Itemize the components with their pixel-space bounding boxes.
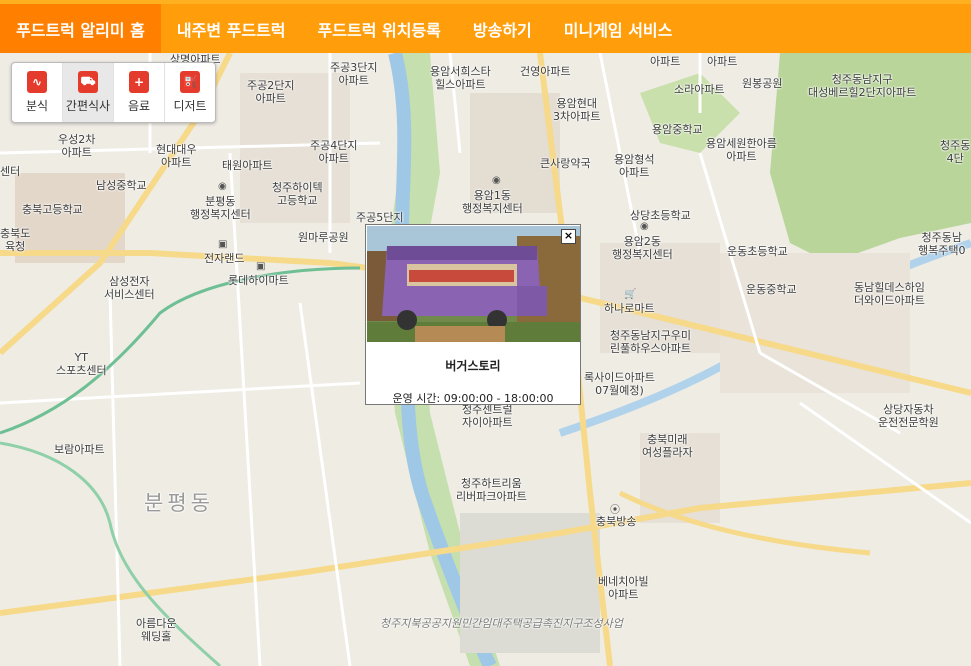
map-label: 주공2단지 아파트 <box>247 79 295 105</box>
map-label: 청주동 4단 <box>940 139 971 165</box>
truck-info-popup: × 버거스토리 운영 시간: 09:00:00 - 18:00:00 <box>365 224 581 405</box>
map-label: 청주지북공공지원민간임대주택공급촉진지구조성사업 <box>380 617 623 630</box>
category-meal[interactable]: ⛟ 간편식사 <box>63 63 114 122</box>
landmark-icon: ◉ <box>218 181 227 192</box>
map-label: 센터 <box>0 165 21 178</box>
nav-register-location[interactable]: 푸드트럭 위치등록 <box>302 4 457 53</box>
map-label: 청주센트럴 자이아파트 <box>462 403 513 429</box>
map-label: 태원아파트 <box>222 159 273 172</box>
map-label: 용암2동 행정복지센터 <box>612 235 673 261</box>
map-label: 아름다운 웨딩홀 <box>136 617 177 643</box>
nav-minigame[interactable]: 미니게임 서비스 <box>548 4 689 53</box>
map-label: 충북미래 여성플라자 <box>642 433 693 459</box>
map-label: 용암형석 아파트 <box>614 153 655 179</box>
map-label: 용암1동 행정복지센터 <box>462 189 523 215</box>
map-label: 소라아파트 <box>674 83 725 96</box>
antenna-icon: ⦿ <box>610 505 620 516</box>
landmark-icon: ◉ <box>492 175 501 186</box>
map-label: 삼성전자 서비스센터 <box>104 275 155 301</box>
map-label: 아파트 <box>707 55 738 68</box>
nav-nearby-trucks[interactable]: 내주변 푸드트럭 <box>161 4 302 53</box>
map-label: YT 스포츠센터 <box>56 351 107 377</box>
category-snack[interactable]: ∿ 분식 <box>12 63 63 122</box>
map-label: 보람아파트 <box>54 443 105 456</box>
top-nav: 푸드트럭 알리미 홈 내주변 푸드트럭 푸드트럭 위치등록 방송하기 미니게임 … <box>0 0 971 53</box>
fuel-icon: ⛽ <box>180 71 200 93</box>
truck-hours: 운영 시간: 09:00:00 - 18:00:00 <box>392 392 554 405</box>
category-label: 디저트 <box>173 99 207 113</box>
close-icon[interactable]: × <box>561 229 576 244</box>
map-label: 남성중학교 <box>96 179 147 192</box>
map-label: 충북도 육청 <box>0 227 31 253</box>
category-drink[interactable]: + 음료 <box>114 63 165 122</box>
map-label: 큰사랑약국 <box>540 157 591 170</box>
map-label: 동남힐데스하임 더와이드아파트 <box>854 281 925 307</box>
category-label: 분식 <box>25 99 49 113</box>
district-label: 분평동 <box>144 491 214 515</box>
map-label: 청주동남지구 대성베르힐2단지아파트 <box>808 73 917 99</box>
map-label: 현대대우 아파트 <box>156 143 197 169</box>
map-label: 분평동 행정복지센터 <box>190 195 251 221</box>
map-label: 운동초등학교 <box>727 245 788 258</box>
map-label: 청주동남 행복주택0 <box>918 231 966 257</box>
map-label: 주공5단지 <box>356 211 404 224</box>
category-label: 간편식사 <box>65 99 111 113</box>
map-label: 베네치아빌 아파트 <box>598 575 649 601</box>
truck-name: 버거스토리 <box>445 359 501 373</box>
category-dessert[interactable]: ⛽ 디저트 <box>165 63 215 122</box>
map-label: 우성2차 아파트 <box>58 133 96 159</box>
map-label: 용암중학교 <box>652 123 703 136</box>
map-label: 용암서희스타 힐스아파트 <box>430 65 491 91</box>
category-label: 음료 <box>127 99 151 113</box>
map-label: 건영아파트 <box>520 65 571 78</box>
map-label: 록사이드아파트 07월예정) <box>584 371 655 397</box>
map-label: 하나로마트 <box>604 302 655 315</box>
category-panel: ∿ 분식 ⛟ 간편식사 + 음료 ⛽ 디저트 <box>11 62 216 123</box>
cart-icon: ⛟ <box>78 71 98 93</box>
map-label: 청주하트리움 리버파크아파트 <box>456 477 527 503</box>
map-label: 충북고등학교 <box>22 203 83 216</box>
map-label: 운동중학교 <box>746 283 797 296</box>
map-label: 원마루공원 <box>298 231 349 244</box>
wave-icon: ∿ <box>27 71 47 93</box>
map-label: 청주동남지구우미 린풀하우스아파트 <box>610 329 691 355</box>
map-label: 롯데하이마트 <box>228 274 289 287</box>
map-label: 주공3단지 아파트 <box>330 61 378 87</box>
truck-photo <box>367 226 580 342</box>
map-label: 청주하이텍 고등학교 <box>272 181 323 207</box>
nav-broadcast[interactable]: 방송하기 <box>457 4 548 53</box>
store-icon: ▣ <box>256 261 266 272</box>
map-label: 상당자동차 운전전문학원 <box>878 403 939 429</box>
map-label: 아파트 <box>650 55 681 68</box>
map-label: 전자랜드 <box>204 252 245 265</box>
store-icon: ▣ <box>218 239 228 250</box>
map-label: 원봉공원 <box>742 77 783 90</box>
map-label: 주공4단지 아파트 <box>310 139 358 165</box>
landmark-icon: ◉ <box>640 221 649 232</box>
map-label: 용암세원한아름 아파트 <box>706 137 777 163</box>
nav-home[interactable]: 푸드트럭 알리미 홈 <box>0 4 161 53</box>
map-label: 용암현대 3차아파트 <box>553 97 601 123</box>
map-label: 충북방송 <box>596 515 637 528</box>
plus-icon: + <box>129 71 149 93</box>
cart-poi-icon: 🛒 <box>624 289 637 300</box>
